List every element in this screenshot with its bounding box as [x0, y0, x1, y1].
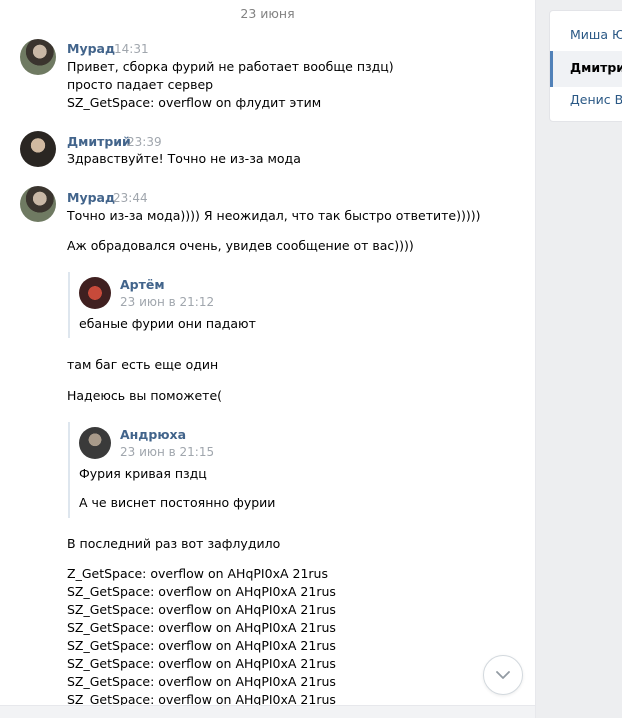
- message-time[interactable]: 23:44: [113, 191, 148, 205]
- message-text: Точно из-за мода)))) Я неожидал, что так…: [67, 208, 481, 223]
- message-text: SZ_GetSpace: overflow on AHqPI0xA 21rus: [67, 584, 336, 599]
- forwarded-date[interactable]: 23 июн в 21:12: [120, 295, 214, 309]
- forwarded-author[interactable]: Артём: [120, 277, 165, 292]
- message-text: SZ_GetSpace: overflow on флудит этим: [67, 95, 322, 110]
- avatar[interactable]: [79, 277, 111, 309]
- forwarded-text: А че виснет постоянно фурии: [79, 495, 276, 510]
- message-text: SZ_GetSpace: overflow on AHqPI0xA 21rus: [67, 602, 336, 617]
- message-text: Здравствуйте! Точно не из-за мода: [67, 151, 301, 166]
- message-text: Надеюсь вы поможете(: [67, 388, 223, 403]
- forwarded-author[interactable]: Андрюха: [120, 427, 186, 442]
- message-time[interactable]: 23:39: [127, 135, 162, 149]
- message-text: там баг есть еще один: [67, 357, 219, 372]
- sidebar-item-denis[interactable]: Денис Ве: [570, 92, 622, 107]
- date-separator: 23 июня: [240, 6, 295, 21]
- conversation-list: Миша Ю Дмитрий Денис Ве: [549, 10, 622, 122]
- scroll-down-button[interactable]: [483, 655, 523, 695]
- message-text: SZ_GetSpace: overflow on AHqPI0xA 21rus: [67, 638, 336, 653]
- message-text: Аж обрадовался очень, увидев сообщение о…: [67, 238, 414, 253]
- message-text: просто падает сервер: [67, 77, 214, 92]
- active-item-marker: [550, 51, 553, 87]
- chat-history: 23 июня Мурад 14:31 Привет, сборка фурий…: [0, 0, 536, 718]
- message-time[interactable]: 14:31: [114, 42, 149, 56]
- sidebar-item-dmitry[interactable]: Дмитрий: [570, 60, 622, 75]
- forwarded-text: ебаные фурии они падают: [79, 316, 256, 331]
- message-author[interactable]: Мурад: [67, 190, 115, 205]
- forwarded-text: Фурия кривая пздц: [79, 466, 207, 481]
- avatar[interactable]: [20, 39, 56, 75]
- message-author[interactable]: Мурад: [67, 41, 115, 56]
- composer-area[interactable]: [0, 705, 535, 718]
- message-text: SZ_GetSpace: overflow on AHqPI0xA 21rus: [67, 656, 336, 671]
- message-text: В последний раз вот зафлудило: [67, 536, 281, 551]
- message-text: SZ_GetSpace: overflow on AHqPI0xA 21rus: [67, 620, 336, 635]
- message-text: Z_GetSpace: overflow on AHqPI0xA 21rus: [67, 566, 328, 581]
- forwarded-bar: [68, 272, 70, 338]
- message-text: Привет, сборка фурий не работает вообще …: [67, 59, 394, 74]
- avatar[interactable]: [20, 131, 56, 167]
- forwarded-bar: [68, 422, 70, 518]
- avatar[interactable]: [20, 186, 56, 222]
- forwarded-date[interactable]: 23 июн в 21:15: [120, 445, 214, 459]
- message-text: SZ_GetSpace: overflow on AHqPI0xA 21rus: [67, 674, 336, 689]
- sidebar-item-misha[interactable]: Миша Ю: [570, 27, 622, 42]
- chevron-down-icon: [496, 671, 510, 679]
- message-author[interactable]: Дмитрий: [67, 134, 131, 149]
- avatar[interactable]: [79, 427, 111, 459]
